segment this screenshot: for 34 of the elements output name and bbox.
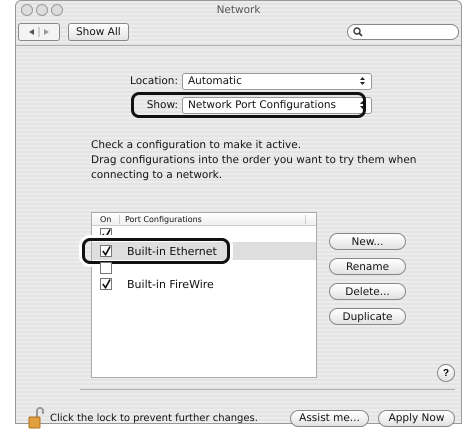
unlocked-padlock-icon[interactable]: [28, 407, 44, 429]
up-down-arrows-icon: [359, 100, 366, 110]
column-header: Port Configurations: [120, 214, 306, 224]
table-row[interactable]: Built-in FireWire: [92, 276, 316, 292]
footer-button[interactable]: Apply Now: [378, 410, 455, 426]
show-popup[interactable]: Network Port Configurations: [182, 96, 372, 114]
help-button[interactable]: ?: [437, 364, 455, 382]
lock-message: Click the lock to prevent further changes.: [50, 412, 258, 424]
checkbox[interactable]: [100, 262, 112, 274]
minimize-button[interactable]: [36, 4, 48, 16]
port-name: Built-in Ethernet: [126, 244, 217, 258]
instruction-text: Drag configurations into the order you want to try them when connecting to a network.: [91, 153, 418, 183]
window-title: Network: [216, 4, 260, 16]
action-button[interactable]: New...: [329, 233, 406, 250]
close-button[interactable]: [21, 4, 33, 16]
port-name: Built-in FireWire: [126, 278, 214, 290]
location-popup[interactable]: Automatic: [182, 72, 372, 90]
footer-button[interactable]: Assist me...: [290, 410, 369, 426]
action-button[interactable]: Rename: [329, 258, 406, 275]
action-button[interactable]: Delete...: [329, 283, 406, 300]
column-header: On: [92, 214, 120, 224]
action-button[interactable]: Duplicate: [329, 308, 406, 325]
checkbox[interactable]: [100, 245, 112, 257]
search-icon: [353, 27, 363, 37]
back-forward-control[interactable]: [18, 23, 60, 41]
zoom-button[interactable]: [51, 4, 63, 16]
table-row[interactable]: Built-in Ethernet: [92, 242, 316, 260]
instruction-text: Check a configuration to make it active.: [91, 138, 302, 153]
show-all-button[interactable]: Show All: [68, 23, 129, 41]
location-label: Location:: [129, 75, 178, 87]
checkbox[interactable]: [100, 278, 112, 290]
up-down-arrows-icon: [359, 76, 366, 86]
show-label: Show:: [146, 99, 178, 111]
search-field[interactable]: [347, 24, 459, 40]
